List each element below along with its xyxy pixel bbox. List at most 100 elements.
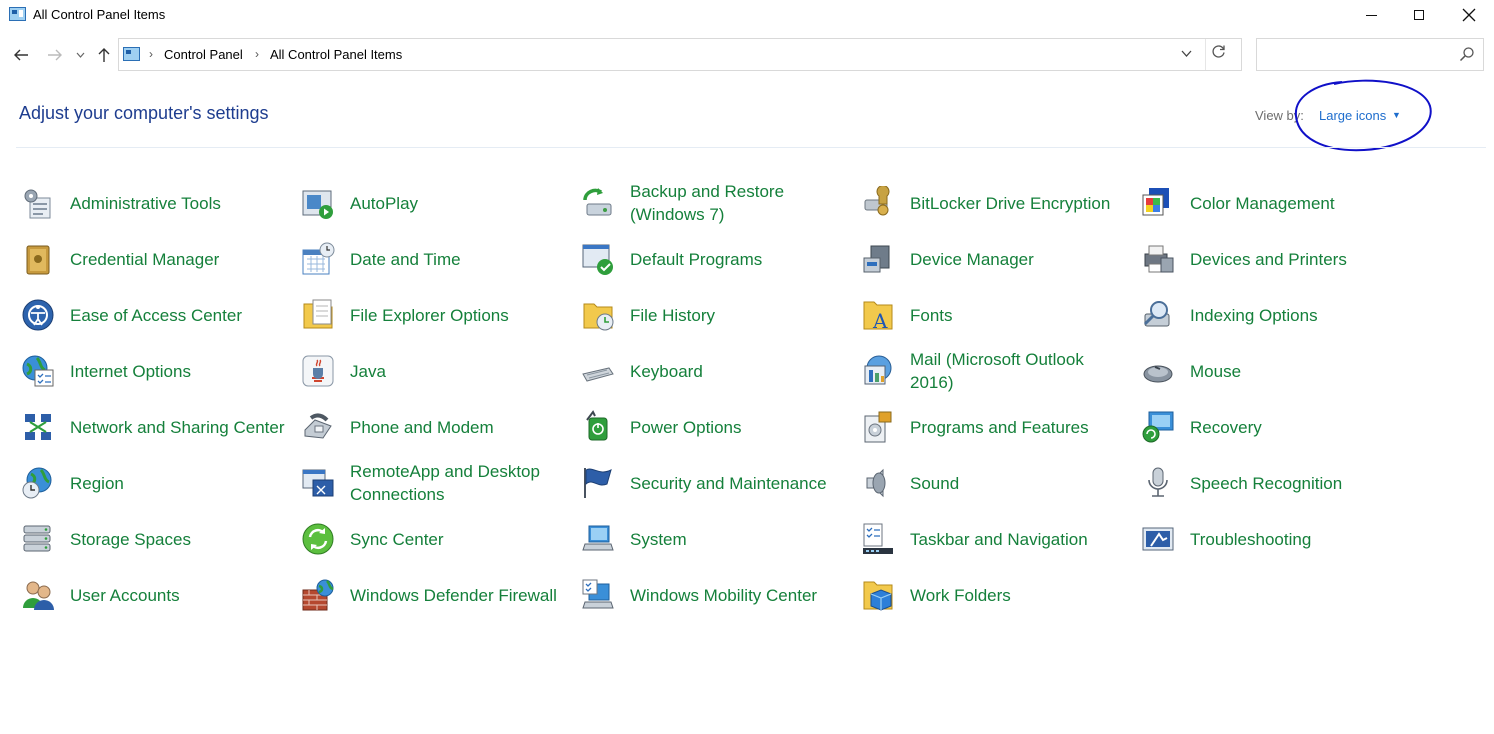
chevron-right-icon[interactable]: › (255, 47, 259, 61)
item-region[interactable]: Region (21, 460, 291, 506)
item-sync-center[interactable]: Sync Center (301, 516, 571, 562)
item-backup-and-restore-windows-7[interactable]: Backup and Restore (Windows 7) (581, 180, 851, 226)
item-fonts[interactable]: A Fonts (861, 292, 1131, 338)
item-internet-options[interactable]: Internet Options (21, 348, 291, 394)
item-label[interactable]: File History (630, 292, 850, 338)
item-windows-defender-firewall[interactable]: Windows Defender Firewall (301, 572, 571, 618)
item-label[interactable]: AutoPlay (350, 180, 570, 226)
item-network-and-sharing-center[interactable]: Network and Sharing Center (21, 404, 291, 450)
item-ease-of-access-center[interactable]: Ease of Access Center (21, 292, 291, 338)
item-storage-spaces[interactable]: Storage Spaces (21, 516, 291, 562)
minimize-button[interactable] (1346, 0, 1396, 30)
item-label[interactable]: Color Management (1190, 180, 1410, 226)
item-label[interactable]: Java (350, 348, 570, 394)
item-default-programs[interactable]: Default Programs (581, 236, 851, 282)
search-input[interactable] (1256, 38, 1484, 71)
item-file-history[interactable]: File History (581, 292, 851, 338)
item-java[interactable]: Java (301, 348, 571, 394)
item-recovery[interactable]: Recovery (1141, 404, 1411, 450)
item-label[interactable]: Taskbar and Navigation (910, 516, 1130, 562)
item-label[interactable]: BitLocker Drive Encryption (910, 180, 1130, 226)
item-autoplay[interactable]: AutoPlay (301, 180, 571, 226)
item-file-explorer-options[interactable]: File Explorer Options (301, 292, 571, 338)
folder-options-icon (303, 299, 333, 329)
item-label[interactable]: Date and Time (350, 236, 570, 282)
item-windows-mobility-center[interactable]: Windows Mobility Center (581, 572, 851, 618)
microphone-icon (1148, 467, 1168, 497)
item-label[interactable]: Administrative Tools (70, 180, 290, 226)
item-programs-and-features[interactable]: Programs and Features (861, 404, 1131, 450)
item-user-accounts[interactable]: User Accounts (21, 572, 291, 618)
refresh-icon (1212, 45, 1225, 58)
refresh-button[interactable] (1211, 44, 1226, 64)
item-label[interactable]: Mail (Microsoft Outlook 2016) (910, 348, 1130, 394)
item-date-and-time[interactable]: Date and Time (301, 236, 571, 282)
item-label[interactable]: User Accounts (70, 572, 290, 618)
item-label[interactable]: Internet Options (70, 348, 290, 394)
item-administrative-tools[interactable]: Administrative Tools (21, 180, 291, 226)
item-label[interactable]: Network and Sharing Center (70, 404, 290, 450)
item-label[interactable]: Backup and Restore (Windows 7) (630, 180, 850, 226)
item-label[interactable]: Ease of Access Center (70, 292, 290, 338)
keyboard-icon (582, 367, 614, 382)
back-arrow-icon (14, 49, 28, 61)
item-phone-and-modem[interactable]: Phone and Modem (301, 404, 571, 450)
item-label[interactable]: Windows Mobility Center (630, 572, 850, 618)
item-indexing-options[interactable]: Indexing Options (1141, 292, 1411, 338)
item-work-folders[interactable]: Work Folders (861, 572, 1131, 618)
item-troubleshooting[interactable]: Troubleshooting (1141, 516, 1411, 562)
item-speech-recognition[interactable]: Speech Recognition (1141, 460, 1411, 506)
item-label[interactable]: Storage Spaces (70, 516, 290, 562)
item-power-options[interactable]: Power Options (581, 404, 851, 450)
item-label[interactable]: Indexing Options (1190, 292, 1410, 338)
item-label[interactable]: Credential Manager (70, 236, 290, 282)
recent-locations-button[interactable] (72, 38, 88, 72)
item-keyboard[interactable]: Keyboard (581, 348, 851, 394)
forward-button[interactable] (44, 38, 66, 72)
item-label[interactable]: Security and Maintenance (630, 460, 850, 506)
item-label[interactable]: Recovery (1190, 404, 1410, 450)
address-dropdown-button[interactable] (1181, 46, 1192, 60)
up-button[interactable] (94, 38, 114, 72)
item-label[interactable]: File Explorer Options (350, 292, 570, 338)
item-label[interactable]: Devices and Printers (1190, 236, 1410, 282)
close-button[interactable] (1444, 0, 1494, 30)
item-sound[interactable]: Sound (861, 460, 1131, 506)
item-label[interactable]: Windows Defender Firewall (350, 572, 570, 618)
item-label[interactable]: Power Options (630, 404, 850, 450)
item-mouse[interactable]: Mouse (1141, 348, 1411, 394)
item-label[interactable]: Keyboard (630, 348, 850, 394)
item-security-and-maintenance[interactable]: Security and Maintenance (581, 460, 851, 506)
item-label[interactable]: RemoteApp and Desktop Connections (350, 460, 570, 506)
address-bar[interactable]: › Control Panel › All Control Panel Item… (118, 38, 1242, 71)
item-devices-and-printers[interactable]: Devices and Printers (1141, 236, 1411, 282)
item-label[interactable]: Programs and Features (910, 404, 1130, 450)
item-label[interactable]: Sound (910, 460, 1130, 506)
item-system[interactable]: System (581, 516, 851, 562)
breadcrumb-control-panel[interactable]: Control Panel (164, 47, 243, 62)
bitlocker-icon (864, 186, 890, 216)
item-remoteapp-and-desktop-connections[interactable]: RemoteApp and Desktop Connections (301, 460, 571, 506)
item-label[interactable]: Troubleshooting (1190, 516, 1410, 562)
item-credential-manager[interactable]: Credential Manager (21, 236, 291, 282)
item-label[interactable]: Phone and Modem (350, 404, 570, 450)
item-bitlocker-drive-encryption[interactable]: BitLocker Drive Encryption (861, 180, 1131, 226)
item-label[interactable]: Region (70, 460, 290, 506)
chevron-right-icon[interactable]: › (149, 47, 153, 61)
item-label[interactable]: Default Programs (630, 236, 850, 282)
item-label[interactable]: Device Manager (910, 236, 1130, 282)
item-label[interactable]: Work Folders (910, 572, 1130, 618)
item-label[interactable]: Mouse (1190, 348, 1410, 394)
item-taskbar-and-navigation[interactable]: Taskbar and Navigation (861, 516, 1131, 562)
item-label[interactable]: Sync Center (350, 516, 570, 562)
item-label[interactable]: System (630, 516, 850, 562)
back-button[interactable] (10, 38, 32, 72)
item-color-management[interactable]: Color Management (1141, 180, 1411, 226)
item-label[interactable]: Fonts (910, 292, 1130, 338)
maximize-button[interactable] (1394, 0, 1444, 30)
item-label[interactable]: Speech Recognition (1190, 460, 1410, 506)
item-device-manager[interactable]: Device Manager (861, 236, 1131, 282)
item-mail-microsoft-outlook-2016[interactable]: Mail (Microsoft Outlook 2016) (861, 348, 1131, 394)
breadcrumb-all-items[interactable]: All Control Panel Items (270, 47, 402, 62)
title-bar: All Control Panel Items (0, 0, 1494, 30)
